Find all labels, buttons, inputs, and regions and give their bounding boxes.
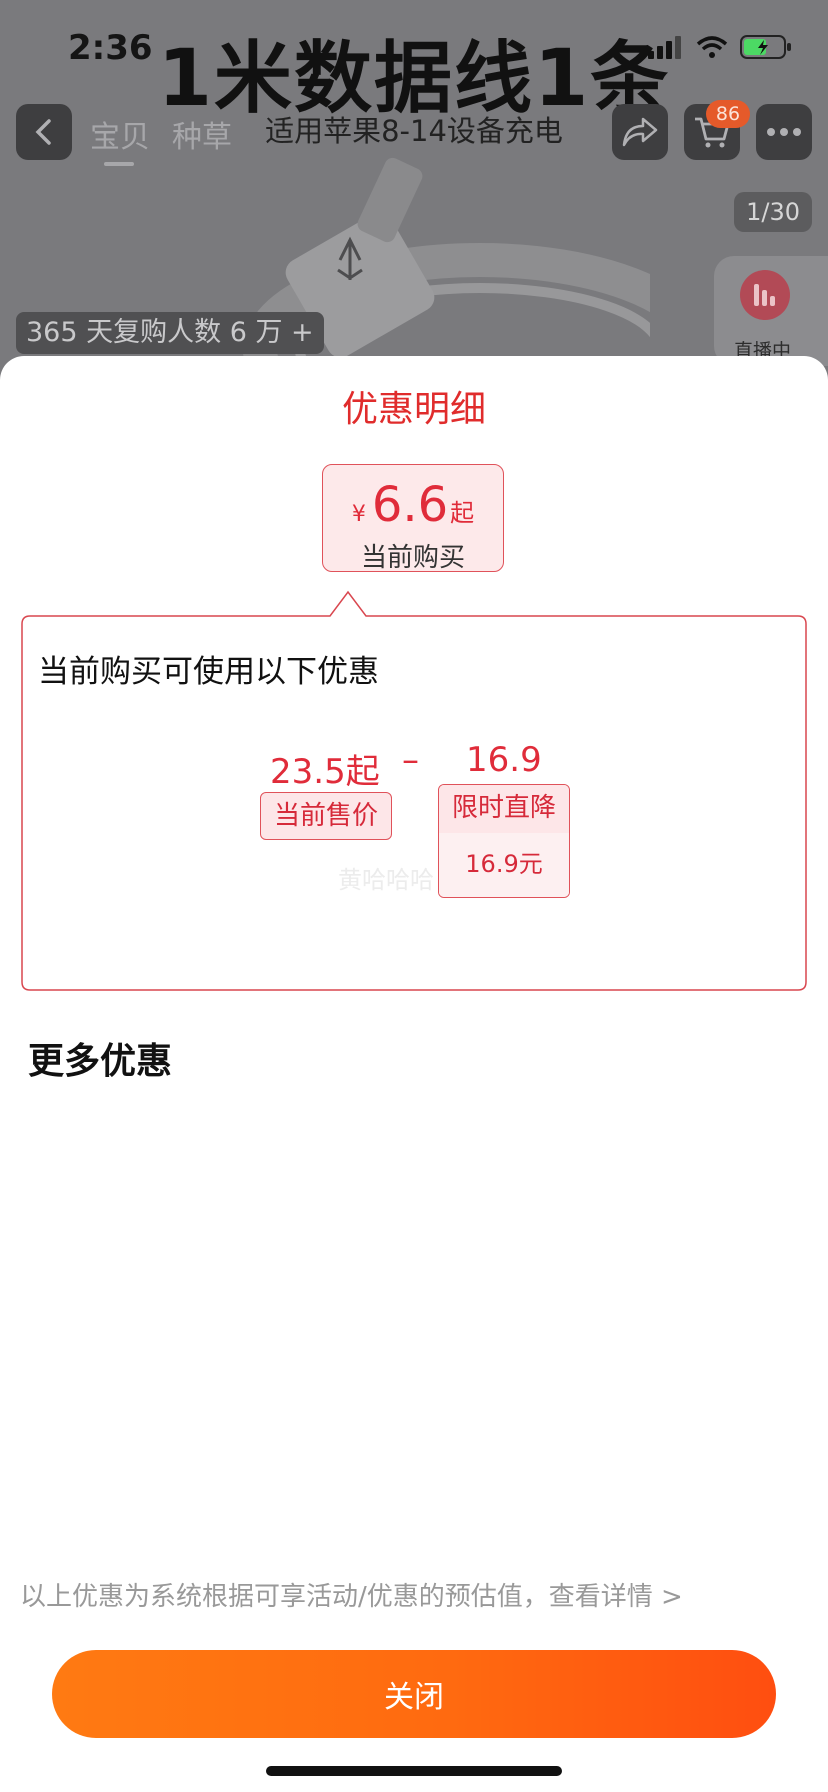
share-icon bbox=[622, 117, 658, 147]
price-suffix: 起 bbox=[450, 499, 475, 527]
watermark-text: 黄哈哈哈 bbox=[338, 866, 434, 894]
cart-button[interactable]: 86 bbox=[684, 100, 750, 160]
share-button[interactable] bbox=[612, 104, 668, 160]
live-icon bbox=[740, 270, 790, 320]
close-button[interactable]: 关闭 bbox=[52, 1650, 776, 1738]
back-button[interactable] bbox=[16, 104, 72, 160]
currency-symbol: ¥ bbox=[351, 502, 366, 527]
gallery-page-counter: 1/30 bbox=[734, 192, 812, 232]
repurchase-badge: 365 天复购人数 6 万 + bbox=[16, 312, 324, 354]
live-stream-widget[interactable]: 直播中 bbox=[714, 256, 828, 366]
current-price-value: 23.5起 bbox=[270, 752, 380, 792]
deduction-value: 16.9 bbox=[466, 740, 542, 780]
current-price-tag: 当前售价 bbox=[260, 792, 392, 840]
nav-tabs: 宝贝 种草 bbox=[90, 112, 232, 166]
nav-actions: 86 bbox=[612, 100, 812, 160]
current-price-bubble: ¥ 6.6 起 当前购买 bbox=[322, 464, 504, 573]
price-amount: 6.6 bbox=[371, 477, 449, 533]
more-discounts-heading: 更多优惠 bbox=[28, 1041, 173, 1082]
discount-details-sheet: 优惠明细 ¥ 6.6 起 当前购买 当前购买可使用以下优惠 23.5起 – 16… bbox=[0, 356, 828, 1792]
discount-breakdown-box: 当前购买可使用以下优惠 23.5起 – 16.9 当前售价 黄哈哈哈 限时直降 … bbox=[20, 590, 808, 991]
more-dots-icon bbox=[767, 128, 801, 136]
price-caption: 当前购买 bbox=[360, 543, 465, 573]
more-button[interactable] bbox=[756, 104, 812, 160]
limited-time-label: 限时直降 bbox=[439, 785, 569, 833]
price-display: ¥ 6.6 起 bbox=[323, 477, 503, 533]
details-link[interactable]: 以上优惠为系统根据可享活动/优惠的预估值，查看详情 > bbox=[20, 1576, 683, 1613]
limited-time-discount-tag: 限时直降 16.9元 bbox=[438, 784, 570, 898]
tab-zhongcao[interactable]: 种草 bbox=[172, 112, 232, 156]
cart-count-badge: 86 bbox=[706, 100, 750, 128]
product-page-background: 2:36 1米数据线1条 适用苹果8-14设备充电 宝贝 种草 86 1/30 … bbox=[0, 0, 828, 380]
tab-baobei[interactable]: 宝贝 bbox=[90, 112, 150, 166]
sheet-title: 优惠明细 bbox=[341, 389, 486, 430]
minus-operator: – bbox=[402, 740, 419, 780]
limited-time-value: 16.9元 bbox=[439, 833, 569, 897]
discount-heading: 当前购买可使用以下优惠 bbox=[38, 654, 379, 690]
chevron-left-icon bbox=[35, 119, 51, 145]
home-indicator bbox=[266, 1766, 562, 1776]
